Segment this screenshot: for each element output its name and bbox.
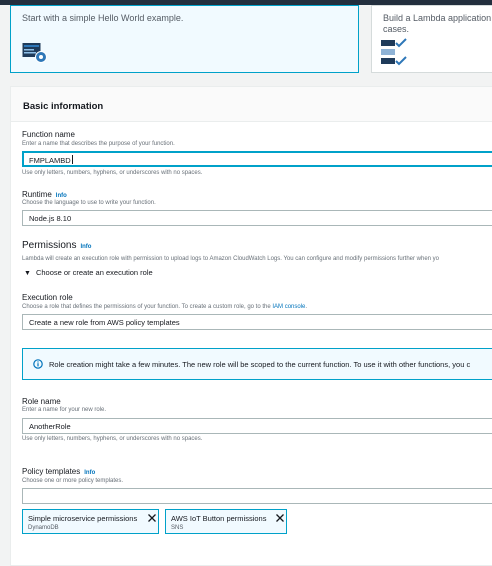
execution-role-description-text: Choose a role that defines the permissio…: [22, 304, 273, 310]
blueprint-card-lambda-app[interactable]: Build a Lambda application fron cases.: [371, 5, 492, 73]
execution-role-label: Execution role: [22, 293, 73, 302]
role-name-value: AnotherRole: [29, 422, 71, 431]
info-alert: Role creation might take a few minutes. …: [22, 348, 492, 380]
remove-token-icon[interactable]: [275, 513, 285, 523]
policy-templates-input[interactable]: [22, 488, 492, 504]
runtime-select[interactable]: Node.js 8.10: [22, 210, 492, 226]
policy-templates-label: Policy templates: [22, 467, 81, 476]
permissions-heading-row: Permissions Info: [22, 240, 91, 251]
execution-role-expander[interactable]: ▼ Choose or create an execution role: [24, 268, 153, 277]
info-circle-icon: [33, 359, 43, 369]
alert-text: Role creation might take a few minutes. …: [49, 360, 471, 369]
iam-console-link[interactable]: IAM console: [272, 304, 305, 310]
policy-token: Simple microservice permissions DynamoDB: [22, 509, 159, 534]
role-name-hint: Use only letters, numbers, hyphens, or u…: [22, 436, 203, 442]
expander-label: Choose or create an execution role: [35, 268, 153, 277]
token-sublabel: DynamoDB: [28, 525, 59, 531]
text-cursor: [71, 155, 73, 164]
function-name-label: Function name: [22, 130, 75, 139]
panel-title: Basic information: [23, 101, 104, 112]
permissions-title: Permissions: [22, 240, 77, 251]
code-gear-icon: [22, 42, 48, 69]
runtime-label: Runtime: [22, 190, 52, 199]
blueprint-card-hello-world[interactable]: Start with a simple Hello World example.: [10, 5, 359, 73]
execution-role-description-suffix: .: [305, 304, 308, 310]
role-name-description: Enter a name for your new role.: [22, 407, 107, 413]
panel-header: Basic information: [11, 87, 492, 122]
runtime-value: Node.js 8.10: [29, 214, 72, 223]
runtime-info-link[interactable]: Info: [56, 193, 67, 199]
function-name-description: Enter a name that describes the purpose …: [22, 141, 175, 147]
policy-templates-info-link[interactable]: Info: [84, 470, 95, 476]
caret-down-icon: ▼: [24, 270, 31, 277]
blueprint-description: Build a Lambda application fron cases.: [383, 13, 492, 34]
function-name-input[interactable]: FMPLAMBD: [22, 151, 492, 167]
function-name-value: FMPLAMBD: [29, 156, 71, 165]
token-label: AWS IoT Button permissions: [171, 514, 267, 523]
policy-templates-description: Choose one or more policy templates.: [22, 478, 124, 484]
policy-templates-label-row: Policy templates Info: [22, 467, 95, 476]
runtime-label-row: Runtime Info: [22, 190, 67, 199]
function-name-hint: Use only letters, numbers, hyphens, or u…: [22, 170, 203, 176]
runtime-description: Choose the language to use to write your…: [22, 200, 156, 206]
execution-role-description: Choose a role that defines the permissio…: [22, 304, 307, 310]
execution-role-select[interactable]: Create a new role from AWS policy templa…: [22, 314, 492, 330]
checklist-icon: [381, 38, 409, 71]
blueprint-description: Start with a simple Hello World example.: [22, 13, 184, 23]
token-sublabel: SNS: [171, 525, 184, 531]
execution-role-value: Create a new role from AWS policy templa…: [29, 318, 180, 327]
remove-token-icon[interactable]: [147, 513, 157, 523]
token-label: Simple microservice permissions: [28, 514, 138, 523]
permissions-info-link[interactable]: Info: [80, 244, 91, 250]
role-name-input[interactable]: AnotherRole: [22, 418, 492, 434]
policy-token: AWS IoT Button permissions SNS: [165, 509, 287, 534]
role-name-label: Role name: [22, 397, 61, 406]
permissions-description: Lambda will create an execution role wit…: [22, 256, 440, 262]
